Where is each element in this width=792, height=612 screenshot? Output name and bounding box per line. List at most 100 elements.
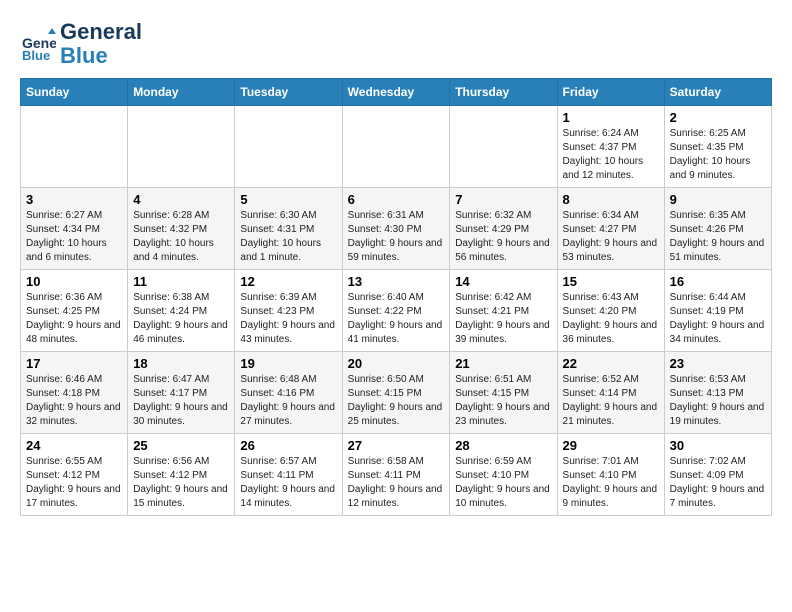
week-row-2: 3Sunrise: 6:27 AM Sunset: 4:34 PM Daylig… bbox=[21, 188, 772, 270]
weekday-tuesday: Tuesday bbox=[235, 79, 342, 106]
day-cell: 26Sunrise: 6:57 AM Sunset: 4:11 PM Dayli… bbox=[235, 434, 342, 516]
day-info: Sunrise: 6:59 AM Sunset: 4:10 PM Dayligh… bbox=[455, 455, 551, 511]
day-number: 22 bbox=[563, 356, 659, 371]
day-number: 2 bbox=[670, 110, 766, 125]
day-cell: 2 Sunrise: 6:25 AM Sunset: 4:35 PM Daylig… bbox=[664, 106, 771, 188]
logo-text: GeneralBlue bbox=[60, 20, 142, 68]
day-info: Sunrise: 6:58 AM Sunset: 4:11 PM Dayligh… bbox=[348, 455, 445, 511]
weekday-header-row: SundayMondayTuesdayWednesdayThursdayFrid… bbox=[21, 79, 772, 106]
day-info: Sunrise: 6:25 AM Sunset: 4:35 PM Dayligh… bbox=[670, 127, 766, 183]
day-info: Sunrise: 6:52 AM Sunset: 4:14 PM Dayligh… bbox=[563, 373, 659, 429]
day-info: Sunrise: 6:56 AM Sunset: 4:12 PM Dayligh… bbox=[133, 455, 229, 511]
day-cell: 17 Sunrise: 6:46 AM Sunset: 4:18 PM Dayli… bbox=[21, 352, 128, 434]
day-info: Sunrise: 6:38 AM Sunset: 4:24 PM Dayligh… bbox=[133, 291, 229, 347]
day-info: Sunrise: 6:39 AM Sunset: 4:23 PM Dayligh… bbox=[240, 291, 336, 347]
day-cell: 25 Sunrise: 6:56 AM Sunset: 4:12 PM Dayli… bbox=[128, 434, 235, 516]
day-number: 25 bbox=[133, 438, 229, 453]
day-cell: 23 Sunrise: 6:53 AM Sunset: 4:13 PM Dayli… bbox=[664, 352, 771, 434]
day-info: Sunrise: 6:44 AM Sunset: 4:19 PM Dayligh… bbox=[670, 291, 766, 347]
day-number: 4 bbox=[133, 192, 229, 207]
day-cell: 22 Sunrise: 6:52 AM Sunset: 4:14 PM Dayli… bbox=[557, 352, 664, 434]
week-row-3: 10 Sunrise: 6:36 AM Sunset: 4:25 PM Dayli… bbox=[21, 270, 772, 352]
day-number: 7 bbox=[455, 192, 551, 207]
header: General Blue GeneralBlue bbox=[20, 20, 772, 68]
day-cell: 19 Sunrise: 6:48 AM Sunset: 4:16 PM Dayli… bbox=[235, 352, 342, 434]
day-cell: 27 Sunrise: 6:58 AM Sunset: 4:11 PM Dayli… bbox=[342, 434, 450, 516]
day-cell: 11 Sunrise: 6:38 AM Sunset: 4:24 PM Dayli… bbox=[128, 270, 235, 352]
day-number: 17 bbox=[26, 356, 122, 371]
day-number: 23 bbox=[670, 356, 766, 371]
day-number: 1 bbox=[563, 110, 659, 125]
day-info: Sunrise: 6:48 AM Sunset: 4:16 PM Dayligh… bbox=[240, 373, 336, 429]
day-cell: 9 Sunrise: 6:35 AM Sunset: 4:26 PM Daylig… bbox=[664, 188, 771, 270]
weekday-thursday: Thursday bbox=[450, 79, 557, 106]
weekday-wednesday: Wednesday bbox=[342, 79, 450, 106]
day-info: Sunrise: 6:57 AM Sunset: 4:11 PM Dayligh… bbox=[240, 455, 336, 511]
day-cell: 1 Sunrise: 6:24 AM Sunset: 4:37 PM Daylig… bbox=[557, 106, 664, 188]
day-cell: 8 Sunrise: 6:34 AM Sunset: 4:27 PM Daylig… bbox=[557, 188, 664, 270]
day-info: Sunrise: 7:02 AM Sunset: 4:09 PM Dayligh… bbox=[670, 455, 766, 511]
day-info: Sunrise: 6:40 AM Sunset: 4:22 PM Dayligh… bbox=[348, 291, 445, 347]
logo: General Blue GeneralBlue bbox=[20, 20, 142, 68]
day-number: 24 bbox=[26, 438, 122, 453]
day-number: 10 bbox=[26, 274, 122, 289]
day-info: Sunrise: 6:28 AM Sunset: 4:32 PM Dayligh… bbox=[133, 209, 229, 265]
day-cell: 29 Sunrise: 7:01 AM Sunset: 4:10 PM Dayli… bbox=[557, 434, 664, 516]
day-number: 27 bbox=[348, 438, 445, 453]
day-number: 19 bbox=[240, 356, 336, 371]
day-number: 5 bbox=[240, 192, 336, 207]
week-row-1: 1 Sunrise: 6:24 AM Sunset: 4:37 PM Daylig… bbox=[21, 106, 772, 188]
day-cell: 7 Sunrise: 6:32 AM Sunset: 4:29 PM Daylig… bbox=[450, 188, 557, 270]
day-number: 13 bbox=[348, 274, 445, 289]
day-cell: 18Sunrise: 6:47 AM Sunset: 4:17 PM Dayli… bbox=[128, 352, 235, 434]
day-cell: 20Sunrise: 6:50 AM Sunset: 4:15 PM Dayli… bbox=[342, 352, 450, 434]
week-row-5: 24 Sunrise: 6:55 AM Sunset: 4:12 PM Dayli… bbox=[21, 434, 772, 516]
day-cell: 10 Sunrise: 6:36 AM Sunset: 4:25 PM Dayli… bbox=[21, 270, 128, 352]
day-cell: 13 Sunrise: 6:40 AM Sunset: 4:22 PM Dayli… bbox=[342, 270, 450, 352]
day-number: 9 bbox=[670, 192, 766, 207]
day-cell bbox=[128, 106, 235, 188]
day-number: 28 bbox=[455, 438, 551, 453]
day-info: Sunrise: 6:51 AM Sunset: 4:15 PM Dayligh… bbox=[455, 373, 551, 429]
svg-text:Blue: Blue bbox=[22, 48, 50, 62]
day-info: Sunrise: 6:47 AM Sunset: 4:17 PM Dayligh… bbox=[133, 373, 229, 429]
day-cell: 16 Sunrise: 6:44 AM Sunset: 4:19 PM Dayli… bbox=[664, 270, 771, 352]
day-number: 16 bbox=[670, 274, 766, 289]
logo-icon: General Blue bbox=[20, 26, 56, 62]
day-cell: 3Sunrise: 6:27 AM Sunset: 4:34 PM Daylig… bbox=[21, 188, 128, 270]
day-number: 3 bbox=[26, 192, 122, 207]
day-cell: 4 Sunrise: 6:28 AM Sunset: 4:32 PM Daylig… bbox=[128, 188, 235, 270]
day-info: Sunrise: 6:32 AM Sunset: 4:29 PM Dayligh… bbox=[455, 209, 551, 265]
weekday-friday: Friday bbox=[557, 79, 664, 106]
day-info: Sunrise: 6:34 AM Sunset: 4:27 PM Dayligh… bbox=[563, 209, 659, 265]
day-info: Sunrise: 6:36 AM Sunset: 4:25 PM Dayligh… bbox=[26, 291, 122, 347]
day-info: Sunrise: 6:24 AM Sunset: 4:37 PM Dayligh… bbox=[563, 127, 659, 183]
weekday-sunday: Sunday bbox=[21, 79, 128, 106]
day-cell: 24 Sunrise: 6:55 AM Sunset: 4:12 PM Dayli… bbox=[21, 434, 128, 516]
day-info: Sunrise: 6:31 AM Sunset: 4:30 PM Dayligh… bbox=[348, 209, 445, 265]
day-cell bbox=[21, 106, 128, 188]
day-cell: 5 Sunrise: 6:30 AM Sunset: 4:31 PM Daylig… bbox=[235, 188, 342, 270]
weekday-saturday: Saturday bbox=[664, 79, 771, 106]
day-info: Sunrise: 6:30 AM Sunset: 4:31 PM Dayligh… bbox=[240, 209, 336, 265]
day-info: Sunrise: 6:55 AM Sunset: 4:12 PM Dayligh… bbox=[26, 455, 122, 511]
day-cell: 28 Sunrise: 6:59 AM Sunset: 4:10 PM Dayli… bbox=[450, 434, 557, 516]
day-info: Sunrise: 6:43 AM Sunset: 4:20 PM Dayligh… bbox=[563, 291, 659, 347]
day-info: Sunrise: 6:35 AM Sunset: 4:26 PM Dayligh… bbox=[670, 209, 766, 265]
day-cell: 12 Sunrise: 6:39 AM Sunset: 4:23 PM Dayli… bbox=[235, 270, 342, 352]
calendar: SundayMondayTuesdayWednesdayThursdayFrid… bbox=[20, 78, 772, 516]
day-cell bbox=[235, 106, 342, 188]
day-number: 12 bbox=[240, 274, 336, 289]
day-cell: 30Sunrise: 7:02 AM Sunset: 4:09 PM Dayli… bbox=[664, 434, 771, 516]
day-number: 21 bbox=[455, 356, 551, 371]
day-number: 6 bbox=[348, 192, 445, 207]
day-info: Sunrise: 6:53 AM Sunset: 4:13 PM Dayligh… bbox=[670, 373, 766, 429]
day-info: Sunrise: 7:01 AM Sunset: 4:10 PM Dayligh… bbox=[563, 455, 659, 511]
day-number: 11 bbox=[133, 274, 229, 289]
day-number: 8 bbox=[563, 192, 659, 207]
day-number: 29 bbox=[563, 438, 659, 453]
day-cell: 21 Sunrise: 6:51 AM Sunset: 4:15 PM Dayli… bbox=[450, 352, 557, 434]
day-info: Sunrise: 6:46 AM Sunset: 4:18 PM Dayligh… bbox=[26, 373, 122, 429]
day-cell: 6 Sunrise: 6:31 AM Sunset: 4:30 PM Daylig… bbox=[342, 188, 450, 270]
week-row-4: 17 Sunrise: 6:46 AM Sunset: 4:18 PM Dayli… bbox=[21, 352, 772, 434]
